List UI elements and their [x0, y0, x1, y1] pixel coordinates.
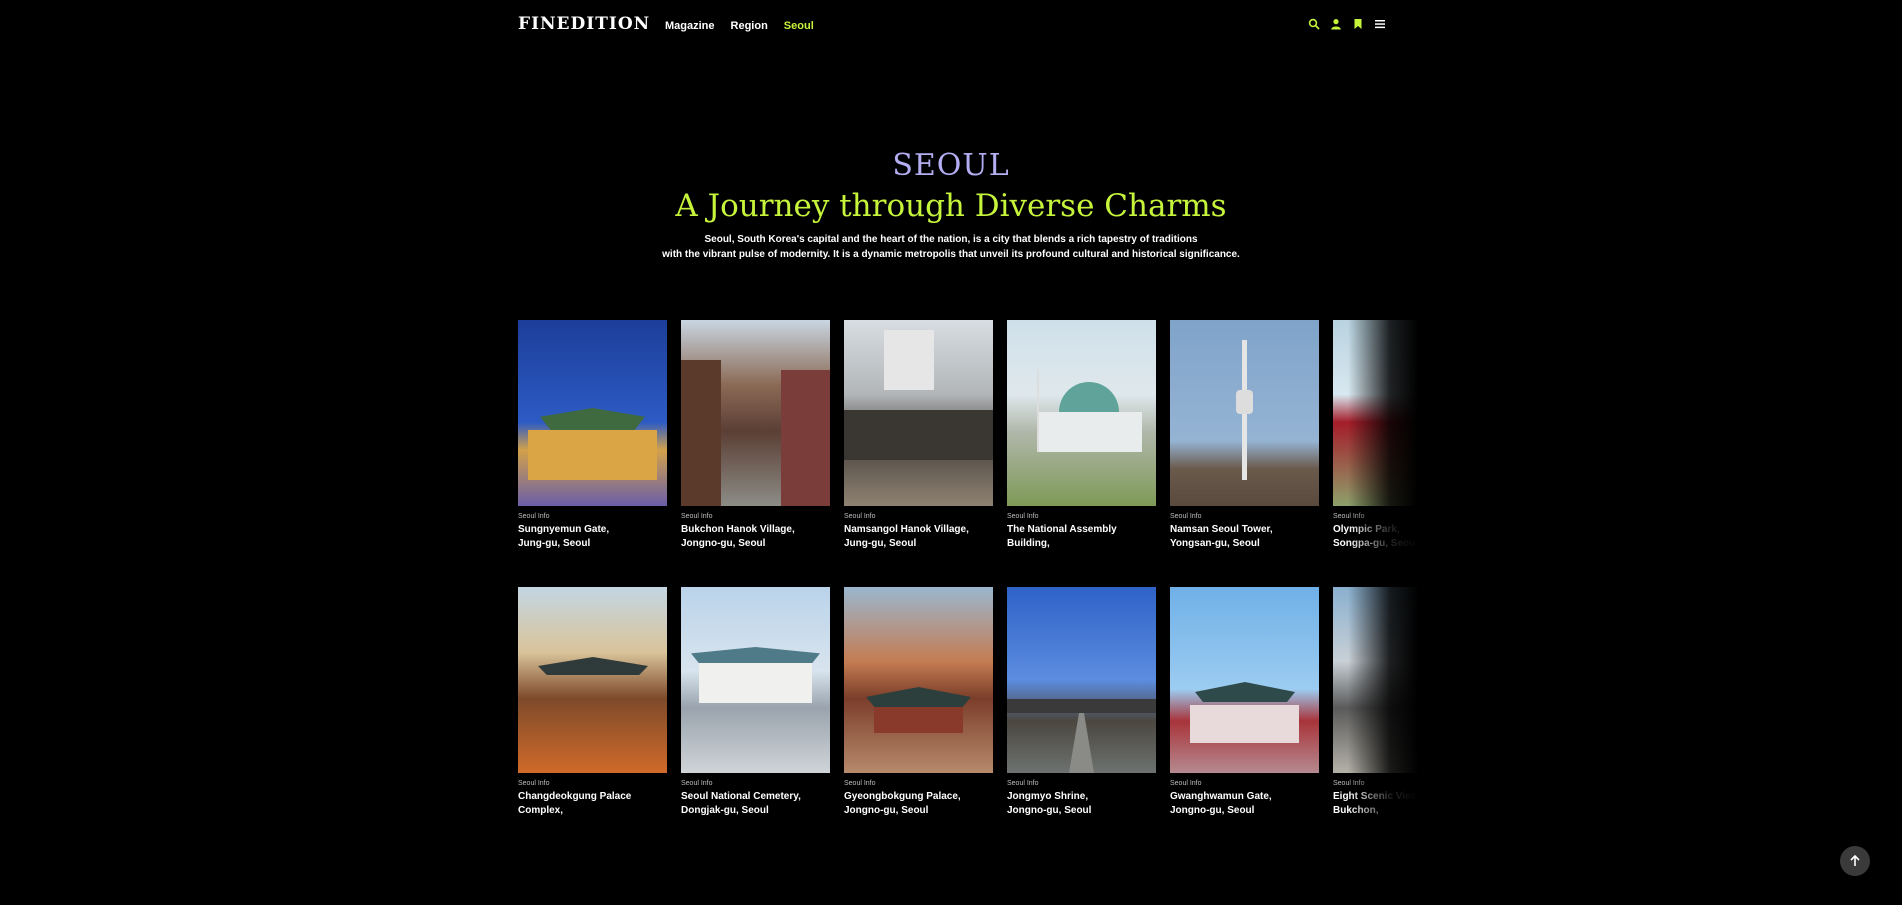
- card-category: Seoul Info: [1007, 780, 1039, 787]
- card-title-line: Namsan Seoul Tower,: [1170, 524, 1273, 535]
- card-title-line: Yongsan-gu, Seoul: [1170, 538, 1260, 549]
- card-title-line: Jongno-gu, Seoul: [1170, 805, 1255, 816]
- card-title-line: Jung-gu, Seoul: [844, 538, 917, 549]
- bookmark-icon[interactable]: [1352, 18, 1364, 30]
- destination-image[interactable]: [1333, 587, 1418, 773]
- menu-icon[interactable]: [1374, 18, 1386, 30]
- card-title-line: Songpa-gu, Seoul: [1333, 538, 1418, 549]
- card-title-line: Eight Scenic Views of: [1333, 791, 1418, 802]
- city-title: SEOUL: [892, 148, 1010, 183]
- hero-description: Seoul, South Korea's capital and the hea…: [0, 232, 1902, 262]
- destination-card[interactable]: Seoul Info Namsangol Hanok Village, Jung…: [844, 320, 993, 570]
- card-category: Seoul Info: [1170, 513, 1202, 520]
- nav-seoul[interactable]: Seoul: [784, 20, 814, 32]
- arrow-up-icon: [1850, 854, 1860, 866]
- destination-card[interactable]: Seoul Info Olympic Park, Songpa-gu, Seou…: [1333, 320, 1418, 570]
- destination-card[interactable]: Seoul Info Bukchon Hanok Village, Jongno…: [681, 320, 830, 570]
- destination-card[interactable]: Seoul Info Gyeongbokgung Palace, Jongno-…: [844, 587, 993, 820]
- card-title: Namsan Seoul Tower, Yongsan-gu, Seoul: [1170, 523, 1319, 551]
- destination-image[interactable]: [518, 320, 667, 506]
- back-to-top-button[interactable]: [1840, 846, 1870, 876]
- card-title-line: Gwanghwamun Gate,: [1170, 791, 1272, 802]
- card-category: Seoul Info: [518, 780, 550, 787]
- site-logo[interactable]: FINEDITION: [518, 14, 650, 34]
- card-category: Seoul Info: [518, 513, 550, 520]
- card-title: Namsangol Hanok Village, Jung-gu, Seoul: [844, 523, 993, 551]
- card-title-line: Dongjak-gu, Seoul: [681, 805, 769, 816]
- destination-row-2[interactable]: Seoul Info Changdeokgung Palace Complex,…: [518, 587, 1418, 820]
- card-title-line: Bukchon Hanok Village,: [681, 524, 795, 535]
- card-title-line: Complex,: [518, 805, 564, 816]
- card-title-line: Olympic Park,: [1333, 524, 1400, 535]
- card-category: Seoul Info: [1170, 780, 1202, 787]
- site-header: FINEDITION Magazine Region Seoul: [518, 0, 1386, 50]
- card-category: Seoul Info: [681, 513, 713, 520]
- card-title-line: Namsangol Hanok Village,: [844, 524, 969, 535]
- card-title: Olympic Park, Songpa-gu, Seoul: [1333, 523, 1418, 551]
- card-title-line: Jung-gu, Seoul: [518, 538, 591, 549]
- card-title: Bukchon Hanok Village, Jongno-gu, Seoul: [681, 523, 830, 551]
- card-title: Gyeongbokgung Palace, Jongno-gu, Seoul: [844, 790, 993, 818]
- card-title-line: Gyeongbokgung Palace,: [844, 791, 961, 802]
- destination-image[interactable]: [1170, 320, 1319, 506]
- destination-card[interactable]: Seoul Info Seoul National Cemetery, Dong…: [681, 587, 830, 820]
- nav-region[interactable]: Region: [731, 20, 768, 32]
- hero-section: SEOUL A Journey through Diverse Charms S…: [0, 148, 1902, 262]
- card-title: Sungnyemun Gate, Jung-gu, Seoul: [518, 523, 667, 551]
- card-title-line: Sungnyemun Gate,: [518, 524, 610, 535]
- destination-carousel: Seoul Info Sungnyemun Gate, Jung-gu, Seo…: [518, 320, 1418, 820]
- destination-image[interactable]: [844, 320, 993, 506]
- destination-row-1[interactable]: Seoul Info Sungnyemun Gate, Jung-gu, Seo…: [518, 320, 1418, 570]
- card-title-line: Seoul National Cemetery,: [681, 791, 801, 802]
- destination-card[interactable]: Seoul Info Jongmyo Shrine, Jongno-gu, Se…: [1007, 587, 1156, 820]
- page: FINEDITION Magazine Region Seoul SEOUL A…: [0, 0, 1902, 905]
- card-category: Seoul Info: [844, 780, 876, 787]
- card-title-line: The National Assembly: [1007, 524, 1117, 535]
- destination-card[interactable]: Seoul Info Gwanghwamun Gate, Jongno-gu, …: [1170, 587, 1319, 820]
- card-category: Seoul Info: [1333, 513, 1365, 520]
- breadcrumb-nav: Magazine Region Seoul: [665, 20, 814, 32]
- card-title-line: Building,: [1007, 538, 1050, 549]
- destination-card[interactable]: Seoul Info The National Assembly Buildin…: [1007, 320, 1156, 570]
- card-title-line: Jongno-gu, Seoul: [681, 538, 766, 549]
- hero-description-line-1: Seoul, South Korea's capital and the hea…: [704, 234, 1198, 245]
- card-title: Jongmyo Shrine, Jongno-gu, Seoul: [1007, 790, 1156, 818]
- destination-image[interactable]: [844, 587, 993, 773]
- card-category: Seoul Info: [844, 513, 876, 520]
- card-title-line: Bukchon,: [1333, 805, 1379, 816]
- card-title-line: Jongmyo Shrine,: [1007, 791, 1089, 802]
- card-title: Gwanghwamun Gate, Jongno-gu, Seoul: [1170, 790, 1319, 818]
- nav-magazine[interactable]: Magazine: [665, 20, 715, 32]
- destination-image[interactable]: [681, 587, 830, 773]
- destination-card[interactable]: Seoul Info Eight Scenic Views of Bukchon…: [1333, 587, 1418, 820]
- card-title-line: Changdeokgung Palace: [518, 791, 632, 802]
- card-title: The National Assembly Building,: [1007, 523, 1156, 551]
- card-title: Changdeokgung Palace Complex,: [518, 790, 667, 818]
- destination-image[interactable]: [1333, 320, 1418, 506]
- destination-card[interactable]: Seoul Info Namsan Seoul Tower, Yongsan-g…: [1170, 320, 1319, 570]
- destination-image[interactable]: [1007, 320, 1156, 506]
- card-title-line: Jongno-gu, Seoul: [1007, 805, 1092, 816]
- destination-card[interactable]: Seoul Info Changdeokgung Palace Complex,: [518, 587, 667, 820]
- card-category: Seoul Info: [1333, 780, 1365, 787]
- header-tools: [1308, 18, 1386, 30]
- hero-description-line-2: with the vibrant pulse of modernity. It …: [662, 249, 1240, 260]
- user-icon[interactable]: [1330, 18, 1342, 30]
- card-title: Eight Scenic Views of Bukchon,: [1333, 790, 1418, 818]
- destination-image[interactable]: [1170, 587, 1319, 773]
- card-category: Seoul Info: [681, 780, 713, 787]
- destination-card[interactable]: Seoul Info Sungnyemun Gate, Jung-gu, Seo…: [518, 320, 667, 570]
- page-headline: A Journey through Diverse Charms: [675, 188, 1227, 224]
- search-icon[interactable]: [1308, 18, 1320, 30]
- destination-image[interactable]: [681, 320, 830, 506]
- destination-image[interactable]: [1007, 587, 1156, 773]
- card-category: Seoul Info: [1007, 513, 1039, 520]
- card-title-line: Jongno-gu, Seoul: [844, 805, 929, 816]
- card-title: Seoul National Cemetery, Dongjak-gu, Seo…: [681, 790, 830, 818]
- destination-image[interactable]: [518, 587, 667, 773]
